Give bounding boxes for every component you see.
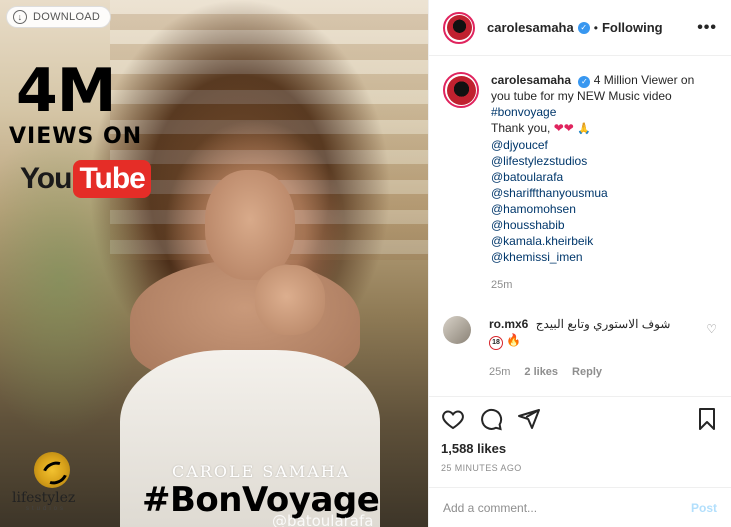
download-icon: ↓ [13, 10, 27, 24]
caption-hashtag[interactable]: #bonvoyage [491, 104, 711, 120]
mention-link[interactable]: @khemissi_imen [491, 249, 711, 265]
download-label: DOWNLOAD [33, 11, 101, 23]
hearts-emoji: ❤❤ [553, 121, 574, 135]
photographer-watermark: @batoularafa [272, 512, 374, 527]
save-bookmark-icon[interactable] [695, 407, 719, 431]
pray-emoji: 🙏 [577, 123, 591, 135]
mention-link[interactable]: @djyoucef [491, 137, 711, 153]
add-comment-bar: Post [429, 487, 731, 527]
caption-body: carolesamaha ✓ 4 Million Viewer on you t… [491, 72, 711, 293]
views-on-text: VIEWS ON [9, 124, 143, 149]
youtube-logo-tube: Tube [73, 160, 151, 198]
post-panel: carolesamaha ✓ • Following ••• carolesam… [428, 0, 731, 527]
author-username[interactable]: carolesamaha [487, 20, 574, 35]
posted-time[interactable]: 25 MINUTES AGO [441, 463, 719, 473]
subject-face [205, 170, 295, 280]
youtube-logo: You Tube [20, 160, 151, 198]
comment-bubble-icon[interactable] [479, 407, 503, 431]
lifestylez-sub: studios [26, 506, 67, 512]
post-header: carolesamaha ✓ • Following ••• [429, 0, 731, 56]
subject-hand [255, 265, 325, 335]
caption-verified-icon: ✓ [578, 76, 591, 88]
comment-like-heart-icon[interactable]: ♡ [706, 322, 717, 380]
commenter-avatar[interactable] [443, 316, 471, 344]
comment-likes[interactable]: 2 likes [524, 364, 558, 380]
caption-username[interactable]: carolesamaha [491, 73, 571, 87]
post-actions: 1,588 likes 25 MINUTES AGO [429, 396, 731, 473]
mention-link[interactable]: @kamala.kheirbeik [491, 233, 711, 249]
mention-link[interactable]: @hamomohsen [491, 201, 711, 217]
views-count: 4M [16, 56, 116, 126]
comment-meta: 25m 2 likes Reply [489, 364, 699, 380]
add-comment-input[interactable] [443, 500, 691, 515]
caption-text-1: 4 Million Viewer on [593, 73, 695, 87]
more-options-icon[interactable]: ••• [697, 19, 717, 37]
lifestylez-logo: lifestylez studios [12, 452, 92, 512]
lifestylez-name: lifestylez [12, 490, 76, 506]
caption-text-2: you tube for my NEW Music video [491, 89, 672, 103]
mention-link[interactable]: @lifestylezstudios [491, 153, 711, 169]
following-button[interactable]: Following [602, 20, 663, 35]
lifestylez-mark-icon [34, 452, 70, 488]
mention-link[interactable]: @batoularafa [491, 169, 711, 185]
mention-link[interactable]: @housshabib [491, 217, 711, 233]
like-heart-icon[interactable] [441, 407, 465, 431]
fire-emoji: 🔥 [506, 333, 522, 347]
download-button[interactable]: ↓ DOWNLOAD [6, 6, 112, 28]
action-row [441, 407, 719, 431]
likes-count[interactable]: 1,588 likes [441, 441, 719, 456]
comment-reply-button[interactable]: Reply [572, 364, 602, 380]
post-comment-button[interactable]: Post [691, 501, 717, 515]
post-image[interactable]: ↓ DOWNLOAD 4M VIEWS ON You Tube lifestyl… [0, 0, 428, 527]
comment-time[interactable]: 25m [489, 364, 510, 380]
artist-name-overlay: CAROLE SAMAHA [172, 462, 351, 481]
comment-body: ro.mx6 شوف الاستوري وتابع البيدج 18 🔥 25… [489, 316, 699, 380]
commenter-username[interactable]: ro.mx6 [489, 317, 528, 331]
post-modal: ↓ DOWNLOAD 4M VIEWS ON You Tube lifestyl… [0, 0, 731, 527]
author-avatar[interactable] [443, 11, 475, 44]
comment-18-emoji: 18 [489, 336, 503, 350]
comment-item: ro.mx6 شوف الاستوري وتابع البيدج 18 🔥 25… [443, 316, 717, 380]
share-paper-plane-icon[interactable] [517, 407, 541, 431]
caption-avatar[interactable] [443, 72, 479, 108]
header-separator: • [593, 20, 598, 35]
caption-time[interactable]: 25m [491, 277, 711, 293]
verified-badge-icon: ✓ [577, 21, 590, 34]
caption-thanks: Thank you, [491, 121, 551, 135]
comment-text: شوف الاستوري وتابع البيدج [535, 317, 671, 331]
youtube-logo-you: You [20, 162, 72, 195]
mention-link[interactable]: @shariffthanyousmua [491, 185, 711, 201]
post-caption: carolesamaha ✓ 4 Million Viewer on you t… [443, 72, 717, 293]
